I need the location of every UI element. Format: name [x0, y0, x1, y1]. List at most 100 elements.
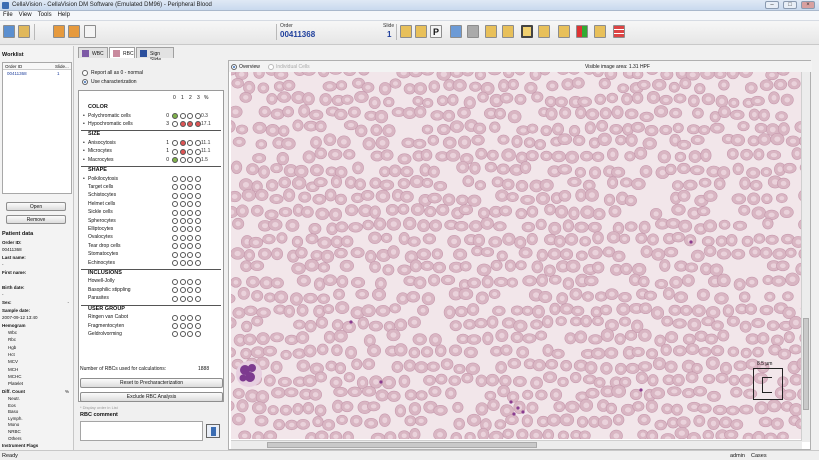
- grade-1-radio[interactable]: [179, 278, 186, 285]
- grade-2-radio[interactable]: [187, 323, 193, 329]
- tab-wbc[interactable]: WBC: [78, 47, 108, 58]
- document-icon[interactable]: [84, 25, 96, 38]
- grade-1-radio[interactable]: [179, 314, 186, 321]
- individual-cells-radio[interactable]: [268, 64, 274, 70]
- grade-0-radio[interactable]: [172, 201, 178, 208]
- grade-2-radio[interactable]: [187, 113, 193, 119]
- grade-2-radio[interactable]: [187, 331, 193, 338]
- use-characterization-radio[interactable]: [82, 79, 88, 85]
- grade-1-radio[interactable]: [179, 148, 186, 155]
- zoom-out-icon[interactable]: [502, 25, 514, 38]
- print-icon[interactable]: P: [430, 25, 442, 38]
- grade-0-radio[interactable]: [172, 260, 178, 266]
- grade-2-radio[interactable]: [187, 140, 193, 147]
- menu-tools[interactable]: Tools: [35, 11, 55, 18]
- grade-0-radio[interactable]: [172, 192, 178, 199]
- grade-2-radio[interactable]: [187, 176, 193, 182]
- grade-3-radio[interactable]: [194, 176, 201, 182]
- grade-3-radio[interactable]: [194, 243, 201, 250]
- grade-3-radio[interactable]: [194, 295, 201, 302]
- previous-icon[interactable]: [53, 25, 65, 38]
- grade-3-radio[interactable]: [194, 287, 201, 294]
- grade-0-radio[interactable]: [172, 323, 178, 329]
- grade-3-radio[interactable]: [194, 121, 201, 128]
- blood-smear-image[interactable]: 8.5 µm: [231, 72, 802, 439]
- grade-2-radio[interactable]: [187, 192, 193, 199]
- grade-1-radio[interactable]: [179, 234, 186, 241]
- tab-sign-slide[interactable]: Sign Slide: [136, 47, 174, 63]
- grade-1-radio[interactable]: [179, 251, 186, 258]
- minimize-button[interactable]: –: [765, 1, 779, 9]
- grade-2-radio[interactable]: [187, 218, 193, 224]
- grade-0-radio[interactable]: [172, 148, 178, 155]
- grade-1-radio[interactable]: [179, 157, 186, 164]
- grade-3-radio[interactable]: [194, 278, 201, 285]
- grade-3-radio[interactable]: [194, 184, 201, 191]
- grade-1-radio[interactable]: [179, 287, 186, 294]
- zoom-in-icon[interactable]: [485, 25, 497, 38]
- grade-1-radio[interactable]: [179, 295, 186, 302]
- grade-0-radio[interactable]: [172, 140, 178, 147]
- grade-0-radio[interactable]: [172, 251, 178, 258]
- grade-1-radio[interactable]: [179, 140, 186, 147]
- next-icon[interactable]: [68, 25, 80, 38]
- comment-edit-button[interactable]: [206, 424, 220, 438]
- menu-view[interactable]: View: [16, 11, 35, 18]
- menu-file[interactable]: File: [0, 11, 16, 18]
- grade-0-radio[interactable]: [172, 113, 178, 119]
- grade-1-radio[interactable]: [179, 209, 186, 216]
- grade-0-radio[interactable]: [172, 218, 178, 224]
- monitor-icon[interactable]: [450, 25, 462, 38]
- magnify-icon[interactable]: [415, 25, 427, 38]
- grade-2-radio[interactable]: [187, 243, 193, 250]
- grade-0-radio[interactable]: [172, 278, 178, 285]
- grade-0-radio[interactable]: [172, 243, 178, 250]
- grade-2-radio[interactable]: [187, 121, 193, 128]
- grade-2-radio[interactable]: [187, 287, 193, 294]
- grade-0-radio[interactable]: [172, 314, 178, 321]
- grade-1-radio[interactable]: [179, 113, 186, 119]
- reset-precharacterization-button[interactable]: Reset to Precharacterization: [80, 378, 223, 388]
- grade-1-radio[interactable]: [179, 121, 186, 128]
- grade-2-radio[interactable]: [187, 226, 193, 233]
- color-icon[interactable]: [576, 25, 588, 38]
- grade-0-radio[interactable]: [172, 157, 178, 164]
- grade-2-radio[interactable]: [187, 184, 193, 191]
- horizontal-scrollbar[interactable]: [231, 440, 802, 449]
- overview-radio[interactable]: [231, 64, 237, 70]
- grade-3-radio[interactable]: [194, 201, 201, 208]
- col-slide[interactable]: Slide...: [55, 64, 69, 69]
- grade-3-radio[interactable]: [194, 140, 201, 147]
- worklist-table[interactable]: Order ID Slide... 00411368 1: [2, 62, 72, 194]
- expand-icon[interactable]: [558, 25, 570, 38]
- grade-0-radio[interactable]: [172, 226, 178, 233]
- table-row[interactable]: 00411368 1: [3, 71, 71, 77]
- rbc-comment-field[interactable]: [80, 421, 203, 441]
- grade-3-radio[interactable]: [194, 209, 201, 216]
- fit-icon[interactable]: [521, 25, 533, 38]
- close-button[interactable]: ×: [801, 1, 815, 9]
- pan-icon[interactable]: [538, 25, 550, 38]
- grade-1-radio[interactable]: [179, 201, 186, 208]
- report-normal-radio[interactable]: [82, 70, 88, 76]
- grade-0-radio[interactable]: [172, 184, 178, 191]
- grade-1-radio[interactable]: [179, 323, 186, 329]
- grade-2-radio[interactable]: [187, 234, 193, 241]
- camera-icon[interactable]: [467, 25, 479, 38]
- grade-3-radio[interactable]: [194, 323, 201, 329]
- compare-icon[interactable]: [400, 25, 412, 38]
- menu-help[interactable]: Help: [55, 11, 73, 18]
- grade-2-radio[interactable]: [187, 157, 193, 164]
- grade-2-radio[interactable]: [187, 209, 193, 216]
- grade-2-radio[interactable]: [187, 260, 193, 266]
- grade-1-radio[interactable]: [179, 226, 186, 233]
- grade-2-radio[interactable]: [187, 251, 193, 258]
- grade-3-radio[interactable]: [194, 314, 201, 321]
- grade-0-radio[interactable]: [172, 176, 178, 182]
- grade-3-radio[interactable]: [194, 226, 201, 233]
- grade-0-radio[interactable]: [172, 209, 178, 216]
- grade-2-radio[interactable]: [187, 148, 193, 155]
- grade-0-radio[interactable]: [172, 287, 178, 294]
- grade-1-radio[interactable]: [179, 184, 186, 191]
- grade-1-radio[interactable]: [179, 260, 186, 266]
